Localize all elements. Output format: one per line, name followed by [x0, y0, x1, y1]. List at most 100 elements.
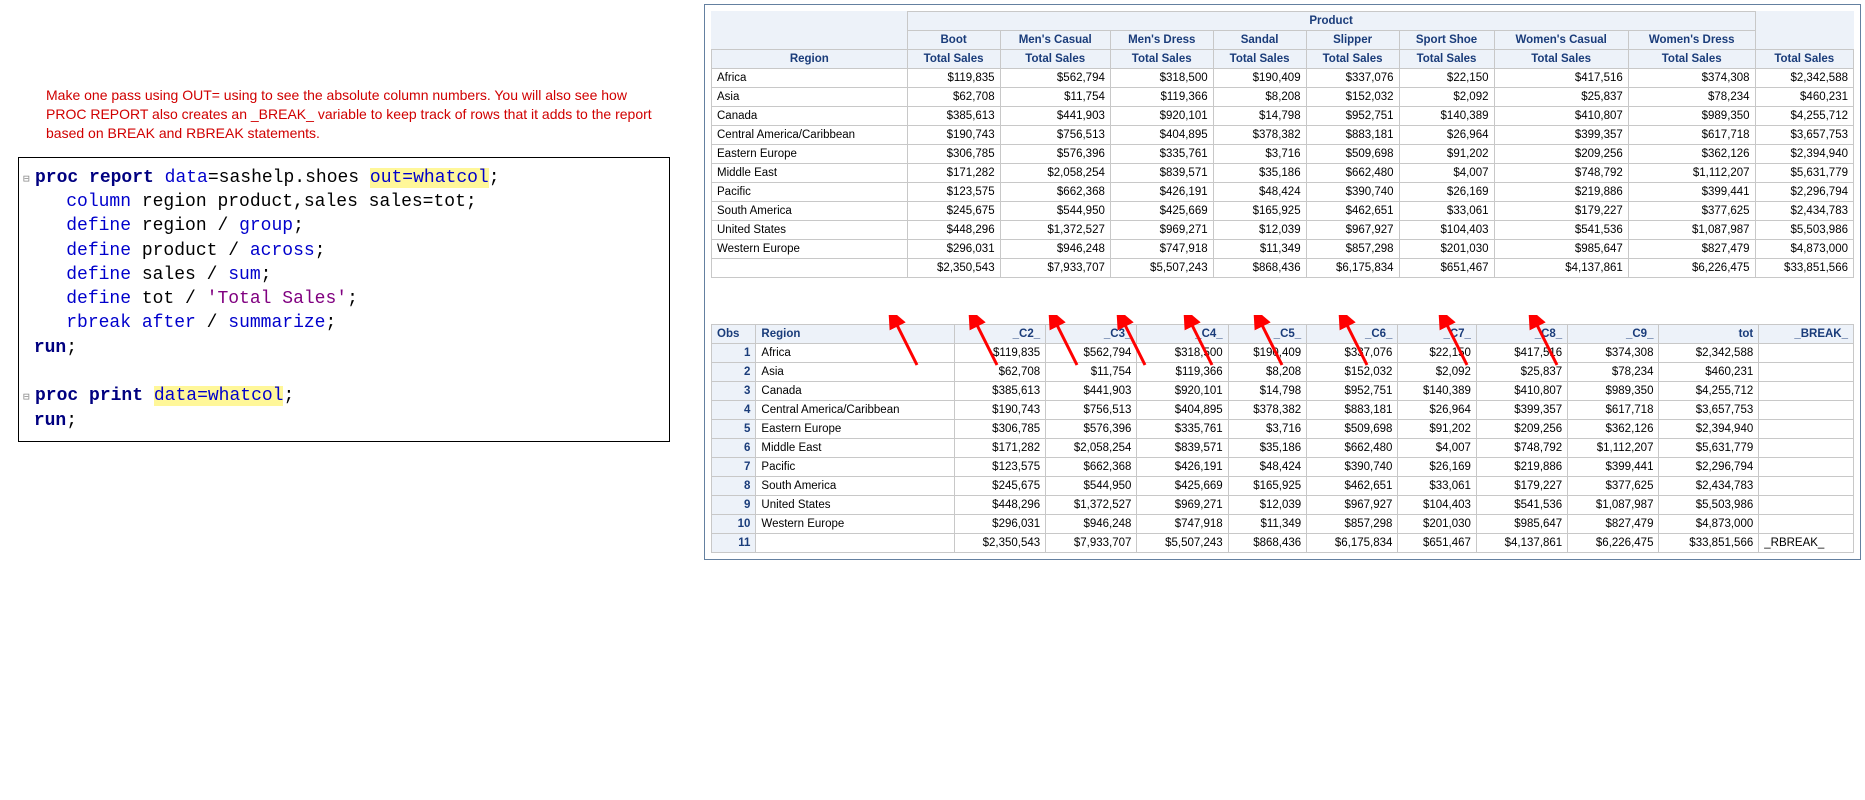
value-cell: $378,382 [1213, 126, 1306, 145]
value-cell: $5,507,243 [1137, 534, 1228, 553]
value-cell: $857,298 [1306, 240, 1399, 259]
define-product: product / [131, 241, 250, 261]
value-cell: $48,424 [1213, 183, 1306, 202]
sub-header: Total Sales [907, 50, 1000, 69]
fold-icon[interactable]: ⊟ [23, 173, 33, 188]
kw-run: run [34, 338, 66, 358]
kw-proc: proc [35, 168, 78, 188]
value-cell: $1,372,527 [1046, 496, 1137, 515]
value-cell: $337,076 [1307, 344, 1398, 363]
value-cell: $6,175,834 [1307, 534, 1398, 553]
value-cell: $857,298 [1307, 515, 1398, 534]
table-row: Central America/Caribbean$190,743$756,51… [712, 126, 1854, 145]
value-cell: $140,389 [1399, 107, 1494, 126]
value-cell: $662,480 [1306, 164, 1399, 183]
column-spec: region product,sales sales=tot; [131, 192, 477, 212]
print-col-header: Obs [712, 325, 756, 344]
value-cell: $35,186 [1228, 439, 1307, 458]
col-header: Women's Casual [1494, 31, 1628, 50]
table-row: 5Eastern Europe$306,785$576,396$335,761$… [712, 420, 1854, 439]
value-cell: $417,516 [1476, 344, 1567, 363]
value-cell: $952,751 [1306, 107, 1399, 126]
value-cell: $4,137,861 [1476, 534, 1567, 553]
code-editor[interactable]: ⊟proc report data=sashelp.shoes out=what… [18, 157, 670, 442]
semi: ; [489, 168, 500, 188]
value-cell: $119,366 [1137, 363, 1228, 382]
value-cell: $377,625 [1568, 477, 1659, 496]
value-cell: $4,873,000 [1659, 515, 1759, 534]
fold-icon[interactable]: ⊟ [23, 391, 33, 406]
value-cell: $462,651 [1306, 202, 1399, 221]
value-cell: $2,092 [1398, 363, 1477, 382]
sub-header: Total Sales [1755, 50, 1853, 69]
value-cell: $318,500 [1110, 69, 1213, 88]
value-cell [1759, 401, 1854, 420]
value-cell: $562,794 [1000, 69, 1110, 88]
table-row: Asia$62,708$11,754$119,366$8,208$152,032… [712, 88, 1854, 107]
dataset-name: =sashelp.shoes [208, 168, 370, 188]
value-cell: $920,101 [1110, 107, 1213, 126]
table-row: Middle East$171,282$2,058,254$839,571$35… [712, 164, 1854, 183]
table-row: 1Africa$119,835$562,794$318,500$190,409$… [712, 344, 1854, 363]
value-cell: $62,708 [954, 363, 1045, 382]
value-cell: $22,150 [1399, 69, 1494, 88]
value-cell: $14,798 [1228, 382, 1307, 401]
print-col-header: _C5_ [1228, 325, 1307, 344]
obs-cell: 6 [712, 439, 756, 458]
region-cell: United States [712, 221, 908, 240]
value-cell: $2,296,794 [1755, 183, 1853, 202]
value-cell: $48,424 [1228, 458, 1307, 477]
value-cell: $883,181 [1306, 126, 1399, 145]
value-cell: $14,798 [1213, 107, 1306, 126]
region-cell: Asia [756, 363, 954, 382]
value-cell: $3,657,753 [1755, 126, 1853, 145]
table-row: Canada$385,613$441,903$920,101$14,798$95… [712, 107, 1854, 126]
print-col-header: _C7_ [1398, 325, 1477, 344]
value-cell: $374,308 [1628, 69, 1755, 88]
region-cell: South America [712, 202, 908, 221]
table-row: 2Asia$62,708$11,754$119,366$8,208$152,03… [712, 363, 1854, 382]
col-header: Men's Dress [1110, 31, 1213, 50]
value-cell: $827,479 [1628, 240, 1755, 259]
value-cell: $123,575 [954, 458, 1045, 477]
semi: ; [261, 265, 272, 285]
region-header: Region [712, 50, 908, 69]
define-tot: tot / [131, 289, 207, 309]
sub-header: Total Sales [1494, 50, 1628, 69]
stmt-define: define [34, 289, 131, 309]
proc-report-output: Product BootMen's CasualMen's DressSanda… [711, 11, 1854, 278]
col-header: Men's Casual [1000, 31, 1110, 50]
value-cell: $5,631,779 [1659, 439, 1759, 458]
value-cell: $756,513 [1046, 401, 1137, 420]
value-cell: $385,613 [907, 107, 1000, 126]
region-cell [756, 534, 954, 553]
value-cell: $140,389 [1398, 382, 1477, 401]
summary-row: $2,350,543$7,933,707$5,507,243$868,436$6… [712, 259, 1854, 278]
value-cell: $662,368 [1000, 183, 1110, 202]
value-cell: $509,698 [1306, 145, 1399, 164]
value-cell: $91,202 [1398, 420, 1477, 439]
value-cell [1759, 515, 1854, 534]
table-row: 8South America$245,675$544,950$425,669$1… [712, 477, 1854, 496]
value-cell: $2,394,940 [1755, 145, 1853, 164]
value-cell: $576,396 [1000, 145, 1110, 164]
value-cell [1759, 496, 1854, 515]
value-cell: $306,785 [954, 420, 1045, 439]
value-cell: $362,126 [1568, 420, 1659, 439]
value-cell: $209,256 [1476, 420, 1567, 439]
value-cell: $2,394,940 [1659, 420, 1759, 439]
value-cell: $190,409 [1228, 344, 1307, 363]
print-col-header: _C2_ [954, 325, 1045, 344]
value-cell: $404,895 [1110, 126, 1213, 145]
stmt-define: define [34, 241, 131, 261]
region-cell: Western Europe [712, 240, 908, 259]
value-cell: $25,837 [1476, 363, 1567, 382]
proc-print-output: ObsRegion_C2__C3__C4__C5__C6__C7__C8__C9… [711, 324, 1854, 553]
slash: / [196, 313, 228, 333]
summary-cell: $4,137,861 [1494, 259, 1628, 278]
opt-out: out=whatcol [370, 168, 489, 188]
value-cell: $123,575 [907, 183, 1000, 202]
value-cell: $399,441 [1628, 183, 1755, 202]
value-cell: $179,227 [1494, 202, 1628, 221]
value-cell: $152,032 [1306, 88, 1399, 107]
